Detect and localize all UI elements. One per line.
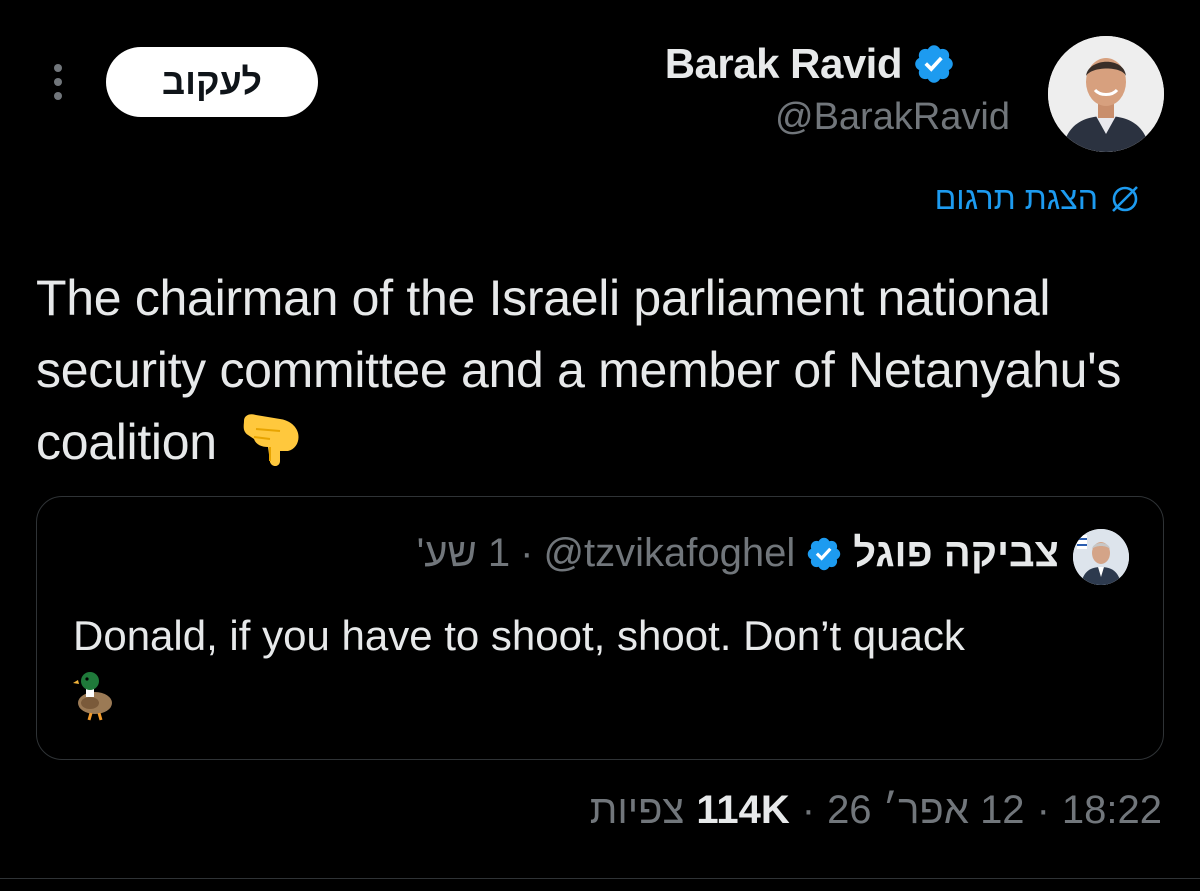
show-translation-label: הצגת תרגום	[934, 180, 1098, 216]
meta-separator-2: ·	[801, 788, 816, 832]
author-avatar[interactable]	[1048, 36, 1164, 152]
bottom-divider	[0, 878, 1200, 879]
tweet-text: The chairman of the Israeli parliament n…	[36, 262, 1166, 478]
pointing-down-hand-icon	[244, 414, 299, 467]
quoted-tweet-text: Donald, if you have to shoot, shoot. Don…	[73, 609, 1133, 721]
quoted-tweet-header: צביקה פוגל @tzvikafoghel · 1 שע'	[417, 531, 1059, 576]
tweet-text-content: The chairman of the Israeli parliament n…	[36, 270, 1122, 470]
more-options-icon[interactable]	[48, 62, 68, 102]
translate-icon	[1112, 185, 1138, 212]
quoted-separator-dot: ·	[520, 531, 534, 575]
author-handle[interactable]: @BarakRavid	[775, 96, 1010, 139]
tweet-meta-row: 18:22 · 12 אפר׳ 26 · 114K צפיות	[590, 788, 1162, 833]
follow-button[interactable]: לעקוב	[106, 47, 318, 117]
tweet-time[interactable]: 18:22	[1062, 788, 1162, 833]
duck-icon	[73, 672, 112, 721]
quoted-tweet-text-content: Donald, if you have to shoot, shoot. Don…	[73, 612, 965, 659]
show-translation-link[interactable]: הצגת תרגום	[935, 180, 1142, 217]
quoted-author-avatar-image	[1073, 529, 1129, 585]
quoted-tweet-card[interactable]: צביקה פוגל @tzvikafoghel · 1 שע' Donald,…	[36, 496, 1164, 760]
author-name-row[interactable]: Barak Ravid	[665, 40, 956, 88]
quoted-tweet-time: 1 שע'	[416, 531, 511, 575]
quoted-author-avatar[interactable]	[1073, 529, 1129, 585]
quoted-author-handle[interactable]: @tzvikafoghel	[543, 531, 795, 576]
meta-separator-1: ·	[1036, 788, 1050, 832]
tweet-date[interactable]: 12 אפר׳ 26	[827, 788, 1025, 833]
author-avatar-image	[1048, 36, 1164, 152]
tweet-detail-page: Barak Ravid @BarakRavid לעקוב הצגת תרגום…	[0, 0, 1200, 891]
views-label: צפיות	[589, 788, 685, 832]
quoted-verified-badge-icon	[808, 537, 841, 570]
quoted-author-name[interactable]: צביקה פוגל	[853, 531, 1059, 576]
views-count[interactable]: 114K	[696, 788, 789, 833]
author-name[interactable]: Barak Ravid	[665, 40, 903, 88]
verified-badge-icon	[915, 45, 953, 83]
